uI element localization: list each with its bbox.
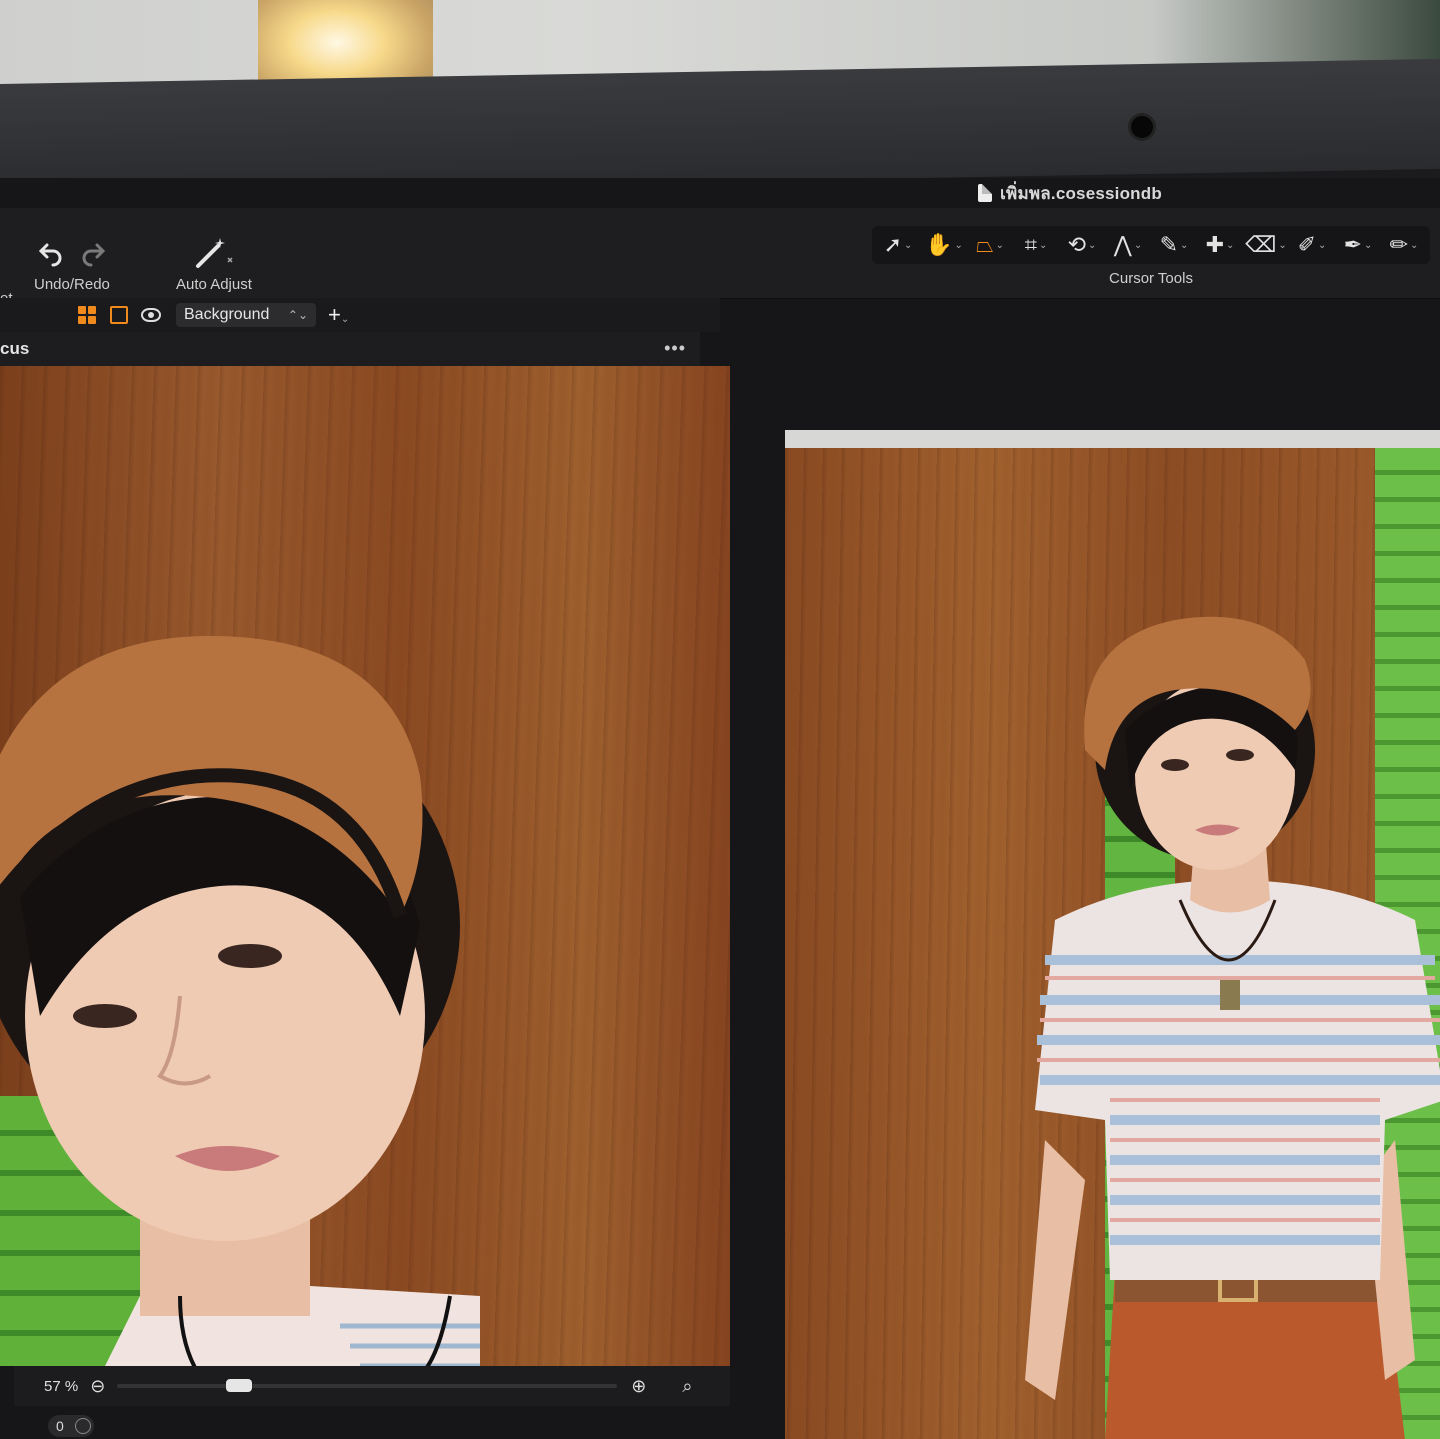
chevron-down-icon: ⌄ xyxy=(1318,239,1327,251)
grid-view-icon xyxy=(78,306,96,324)
focus-panel-header: cus ••• xyxy=(0,332,700,366)
zoom-out-icon[interactable]: ⊖ xyxy=(90,1376,105,1397)
zoom-slider[interactable] xyxy=(117,1379,618,1392)
viewer-statusbar: 57 % ⊖ ⊕ ⌕ xyxy=(14,1366,730,1406)
annotate-tool-button[interactable]: ✏ ⌄ xyxy=(1384,230,1424,260)
zoom-fit-icon[interactable]: ⌕ xyxy=(682,1376,692,1397)
gradient-icon: ✐ xyxy=(1297,232,1317,257)
auto-adjust-label: Auto Adjust xyxy=(176,276,252,293)
grid-view-button[interactable] xyxy=(76,304,98,326)
eraser-icon: ⌫ xyxy=(1245,232,1277,257)
webcam xyxy=(1131,116,1153,138)
background-mask-tool-button[interactable]: ⏢ ⌄ xyxy=(970,230,1010,260)
cursor-tools-bar: ➚ ⌄ ✋ ⌄ ⏢ ⌄ ⌗ ⌄ ⟲ ⌄ ⋀ ⌄ ✎ ⌄ ✚ ⌄ ⌫ ⌄ ✐ ⌄ ✒ ⌄ ✏ ⌄ xyxy=(872,226,1430,264)
brush-icon: ✎ xyxy=(1159,232,1179,257)
add-layer-button[interactable]: +⌄ xyxy=(328,302,349,328)
chevron-down-icon: ⌄ xyxy=(340,314,350,325)
color-picker-icon: ✒ xyxy=(1343,232,1363,257)
rotate-tool-button[interactable]: ⟲ ⌄ xyxy=(1062,230,1102,260)
undo-redo-label: Undo/Redo xyxy=(34,276,110,293)
magic-wand-icon[interactable] xyxy=(192,236,236,270)
heal-tool-button[interactable]: ✚ ⌄ xyxy=(1200,230,1240,260)
chevron-down-icon: ⌄ xyxy=(1364,239,1373,251)
portrait-full xyxy=(1025,616,1440,1439)
chevron-down-icon: ⌄ xyxy=(1226,239,1235,251)
main-toolbar: et Undo/Redo Auto Adjust xyxy=(0,208,1440,307)
rotate-icon: ⟲ xyxy=(1067,232,1087,257)
auto-adjust-group: Auto Adjust xyxy=(176,236,252,293)
select-icon: ➚ xyxy=(883,232,903,257)
gradient-tool-button[interactable]: ✐ ⌄ xyxy=(1292,230,1332,260)
portrait-closeup xyxy=(0,636,480,1366)
single-view-icon xyxy=(110,306,128,324)
single-view-button[interactable] xyxy=(108,304,130,326)
panel-title: cus xyxy=(0,339,30,358)
cursor-tools-group: ➚ ⌄ ✋ ⌄ ⏢ ⌄ ⌗ ⌄ ⟲ ⌄ ⋀ ⌄ ✎ ⌄ ✚ ⌄ ⌫ ⌄ ✐ ⌄ ✒ ⌄ ✏ ⌄ Cursor Tools xyxy=(872,226,1430,287)
chevron-down-icon: ⌄ xyxy=(1133,239,1143,251)
title-bar: เพิ่มพล.cosessiondb xyxy=(0,178,1440,208)
zoom-in-icon[interactable]: ⊕ xyxy=(631,1376,646,1397)
focus-viewer[interactable] xyxy=(0,366,730,1366)
layer-select-value: Background xyxy=(184,306,270,323)
chevron-down-icon: ⌄ xyxy=(995,239,1004,251)
eye-icon xyxy=(141,308,161,322)
updown-chevron-icon: ⌃⌄ xyxy=(287,308,308,322)
toggle-switch[interactable]: 0 xyxy=(48,1415,94,1437)
color-picker-tool-button[interactable]: ✒ ⌄ xyxy=(1338,230,1378,260)
chevron-down-icon: ⌄ xyxy=(954,239,963,251)
document-icon xyxy=(978,184,993,202)
eraser-tool-button[interactable]: ⌫ ⌄ xyxy=(1245,230,1287,260)
chevron-down-icon: ⌄ xyxy=(904,239,913,251)
proof-view-button[interactable] xyxy=(140,304,162,326)
app-window: เพิ่มพล.cosessiondb et Undo/Redo xyxy=(0,178,1440,1439)
redo-icon[interactable] xyxy=(79,239,107,267)
undo-redo-group: Undo/Redo xyxy=(34,236,110,293)
chevron-down-icon: ⌄ xyxy=(1410,239,1419,251)
document-title: เพิ่มพล.cosessiondb xyxy=(1000,183,1162,203)
chevron-down-icon: ⌄ xyxy=(1278,239,1287,251)
keystone-tool-button[interactable]: ⋀ ⌄ xyxy=(1108,230,1148,260)
primary-viewer[interactable] xyxy=(785,430,1440,1439)
zoom-level: 57 % xyxy=(44,1377,79,1395)
hand-pan-icon: ✋ xyxy=(925,232,953,257)
chevron-down-icon: ⌄ xyxy=(1088,239,1097,251)
brush-tool-button[interactable]: ✎ ⌄ xyxy=(1154,230,1194,260)
background-mask-icon: ⏢ xyxy=(976,232,994,257)
crop-icon: ⌗ xyxy=(1024,232,1037,257)
chevron-down-icon: ⌄ xyxy=(1180,239,1189,251)
toggle-value: 0 xyxy=(56,1418,64,1434)
select-tool-button[interactable]: ➚ ⌄ xyxy=(878,230,918,260)
annotate-icon: ✏ xyxy=(1389,232,1409,257)
cursor-tools-label: Cursor Tools xyxy=(1109,270,1193,287)
keystone-icon: ⋀ xyxy=(1113,232,1132,257)
hand-pan-tool-button[interactable]: ✋ ⌄ xyxy=(924,230,964,260)
viewer-subbar: Background ⌃⌄ +⌄ xyxy=(0,298,720,332)
layer-select[interactable]: Background ⌃⌄ xyxy=(176,303,316,327)
panel-menu-button[interactable]: ••• xyxy=(664,338,686,359)
heal-icon: ✚ xyxy=(1205,232,1225,257)
chevron-down-icon: ⌄ xyxy=(1039,239,1048,251)
zoom-slider-thumb[interactable] xyxy=(226,1379,253,1392)
undo-icon[interactable] xyxy=(37,239,65,267)
crop-tool-button[interactable]: ⌗ ⌄ xyxy=(1016,230,1056,260)
